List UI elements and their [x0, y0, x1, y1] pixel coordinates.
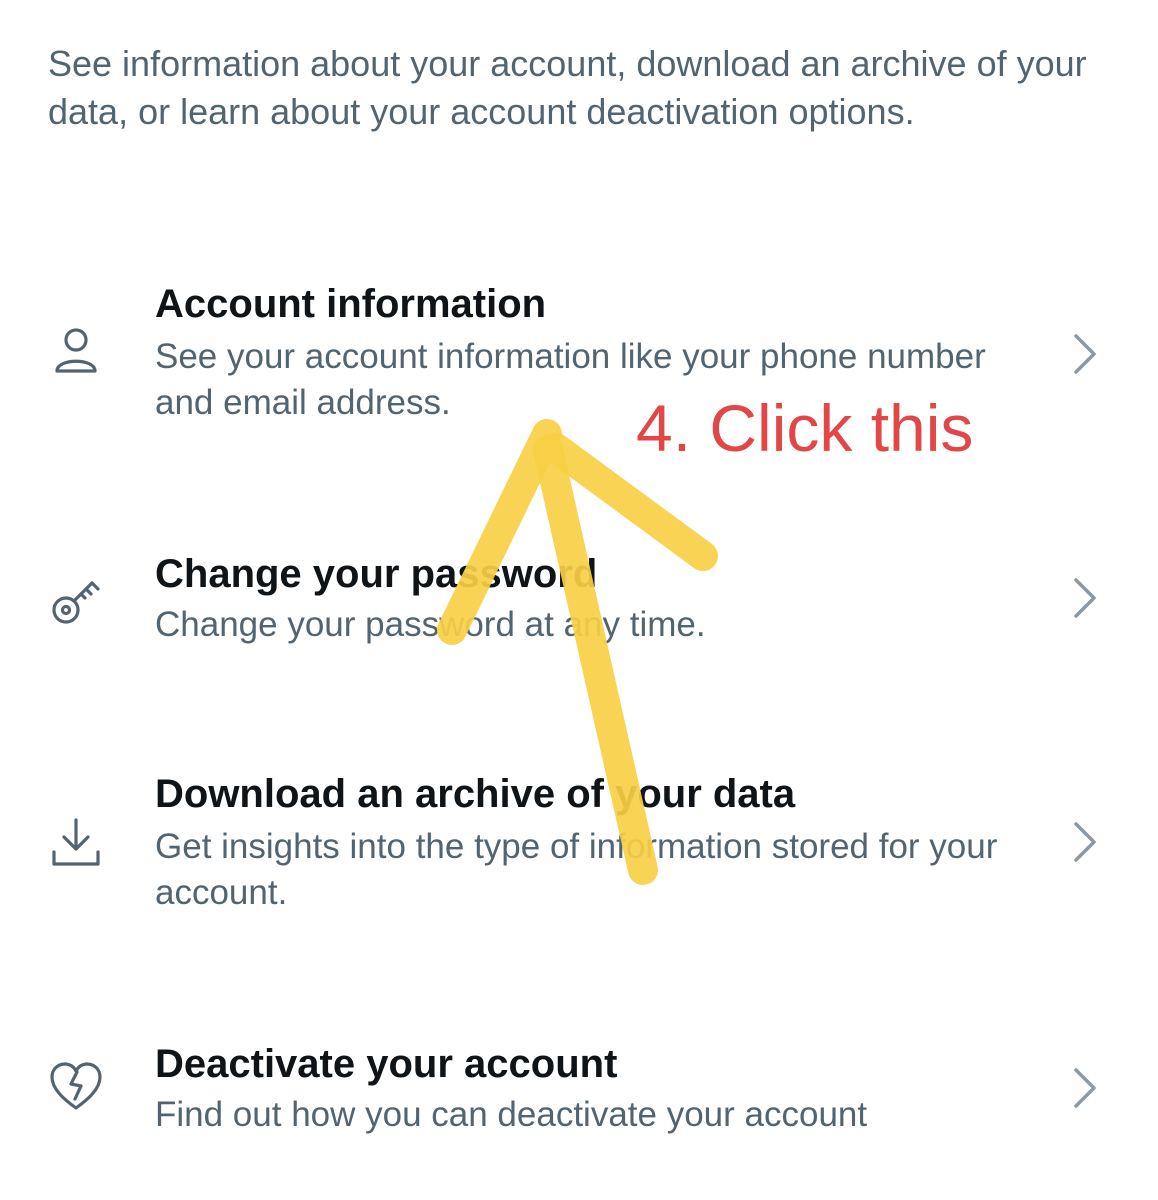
menu-item-deactivate-account[interactable]: Deactivate your account Find out how you…	[0, 1030, 1158, 1150]
menu-item-account-information[interactable]: Account information See your account inf…	[0, 270, 1158, 460]
menu-item-description: Change your password at any time.	[155, 605, 706, 644]
key-icon	[48, 572, 104, 628]
annotation-label: 4. Click this	[636, 391, 974, 465]
menu-item-title: Change your password	[155, 552, 598, 596]
menu-item-description: Get insights into the type of informatio…	[155, 827, 998, 912]
menu-item-description: Find out how you can deactivate your acc…	[155, 1095, 868, 1134]
chevron-right-icon	[1066, 574, 1106, 622]
person-icon	[48, 324, 104, 380]
menu-item-title: Deactivate your account	[155, 1042, 618, 1086]
chevron-right-icon	[1066, 1064, 1106, 1112]
menu-item-change-password[interactable]: Change your password Change your passwor…	[0, 540, 1158, 660]
menu-item-title: Account information	[155, 282, 547, 326]
chevron-right-icon	[1066, 330, 1106, 378]
chevron-right-icon	[1066, 818, 1106, 866]
account-settings-menu: Account information See your account inf…	[0, 0, 1158, 1200]
menu-item-title: Download an archive of your data	[155, 772, 796, 816]
menu-item-download-archive[interactable]: Download an archive of your data Get ins…	[0, 760, 1158, 920]
broken-heart-icon	[48, 1058, 104, 1114]
download-icon	[48, 816, 104, 872]
